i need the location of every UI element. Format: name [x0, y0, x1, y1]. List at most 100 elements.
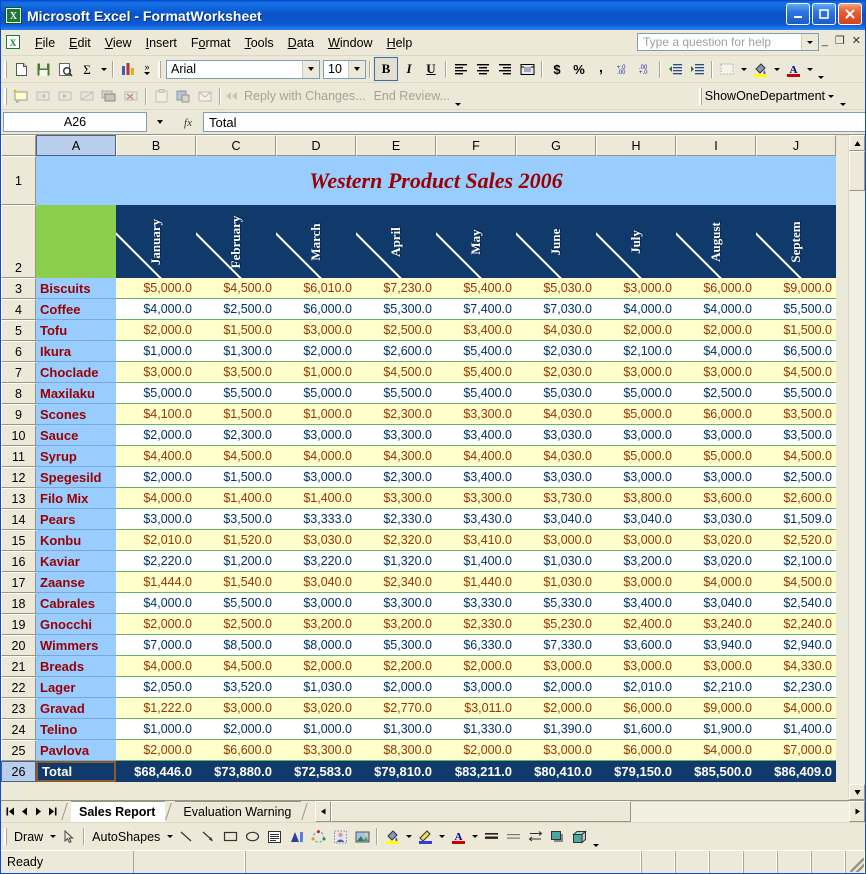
- menu-item-tools[interactable]: Tools: [237, 33, 280, 53]
- product-name-cell[interactable]: Coffee: [36, 299, 116, 320]
- data-cell-september[interactable]: $6,500.0: [756, 341, 836, 362]
- bold-button[interactable]: B: [374, 57, 398, 81]
- data-cell-august[interactable]: $2,000.0: [676, 320, 756, 341]
- doc-minimize-button[interactable]: _: [822, 35, 828, 47]
- data-cell-september[interactable]: $1,500.0: [756, 320, 836, 341]
- product-name-cell[interactable]: Gravad: [36, 698, 116, 719]
- row-header-3[interactable]: 3: [1, 278, 36, 299]
- data-cell-july[interactable]: $3,800.0: [596, 488, 676, 509]
- data-cell-april[interactable]: $3,300.0: [356, 425, 436, 446]
- data-cell-july[interactable]: $3,000.0: [596, 656, 676, 677]
- data-cell-may[interactable]: $3,300.0: [436, 488, 516, 509]
- data-cell-march[interactable]: $3,200.0: [276, 614, 356, 635]
- product-name-cell[interactable]: Syrup: [36, 446, 116, 467]
- select-all-corner[interactable]: [1, 135, 36, 156]
- product-name-cell[interactable]: Breads: [36, 656, 116, 677]
- data-cell-june[interactable]: $1,030.0: [516, 572, 596, 593]
- data-cell-july[interactable]: $6,000.0: [596, 740, 676, 761]
- decrease-decimal-icon[interactable]: .00 +.0: [634, 58, 656, 80]
- toolbar-grip[interactable]: [4, 60, 7, 78]
- data-cell-june[interactable]: $2,000.0: [516, 698, 596, 719]
- row-header-25[interactable]: 25: [1, 740, 36, 761]
- font-color-icon[interactable]: A: [782, 58, 804, 80]
- data-cell-july[interactable]: $3,000.0: [596, 530, 676, 551]
- total-cell-april[interactable]: $79,810.0: [356, 761, 436, 782]
- vertical-scrollbar-thumb[interactable]: [849, 151, 865, 191]
- data-cell-january[interactable]: $2,000.0: [116, 740, 196, 761]
- data-cell-july[interactable]: $5,000.0: [596, 383, 676, 404]
- line-color-dropdown-icon[interactable]: [436, 826, 447, 848]
- align-right-icon[interactable]: [494, 58, 516, 80]
- data-cell-august[interactable]: $3,000.0: [676, 467, 756, 488]
- data-cell-june[interactable]: $5,230.0: [516, 614, 596, 635]
- data-cell-january[interactable]: $5,000.0: [116, 383, 196, 404]
- save-icon[interactable]: [32, 58, 54, 80]
- font-color-icon[interactable]: A: [447, 826, 469, 848]
- data-cell-february[interactable]: $1,200.0: [196, 551, 276, 572]
- data-cell-august[interactable]: $3,040.0: [676, 593, 756, 614]
- month-header-may[interactable]: May: [436, 205, 516, 278]
- data-cell-may[interactable]: $2,330.0: [436, 614, 516, 635]
- close-button[interactable]: [838, 3, 862, 25]
- borders-icon[interactable]: [716, 58, 738, 80]
- increase-indent-icon[interactable]: [686, 58, 708, 80]
- data-cell-january[interactable]: $2,000.0: [116, 425, 196, 446]
- wordart-icon[interactable]: [285, 826, 307, 848]
- product-name-cell[interactable]: Cabrales: [36, 593, 116, 614]
- data-cell-january[interactable]: $3,000.0: [116, 362, 196, 383]
- data-cell-june[interactable]: $5,030.0: [516, 383, 596, 404]
- product-name-cell[interactable]: Ikura: [36, 341, 116, 362]
- data-cell-august[interactable]: $9,000.0: [676, 698, 756, 719]
- row-header-12[interactable]: 12: [1, 467, 36, 488]
- row-header-10[interactable]: 10: [1, 425, 36, 446]
- data-cell-september[interactable]: $2,240.0: [756, 614, 836, 635]
- product-name-cell[interactable]: Maxilaku: [36, 383, 116, 404]
- data-cell-may[interactable]: $5,400.0: [436, 278, 516, 299]
- data-cell-september[interactable]: $4,500.0: [756, 362, 836, 383]
- month-header-january[interactable]: January: [116, 205, 196, 278]
- sheet-title-cell[interactable]: Western Product Sales 2006: [36, 156, 836, 205]
- row-header-15[interactable]: 15: [1, 530, 36, 551]
- data-cell-september[interactable]: $4,330.0: [756, 656, 836, 677]
- data-cell-april[interactable]: $1,300.0: [356, 719, 436, 740]
- data-cell-april[interactable]: $2,600.0: [356, 341, 436, 362]
- data-cell-april[interactable]: $4,500.0: [356, 362, 436, 383]
- data-cell-march[interactable]: $6,010.0: [276, 278, 356, 299]
- scroll-left-button[interactable]: [315, 801, 332, 822]
- minimize-button[interactable]: [786, 3, 810, 25]
- dash-style-icon[interactable]: [502, 826, 524, 848]
- row-header-21[interactable]: 21: [1, 656, 36, 677]
- data-cell-april[interactable]: $5,500.0: [356, 383, 436, 404]
- column-header-b[interactable]: B: [116, 135, 196, 156]
- data-cell-september[interactable]: $2,520.0: [756, 530, 836, 551]
- menu-item-view[interactable]: View: [98, 33, 139, 53]
- font-name-input[interactable]: Arial: [166, 59, 320, 79]
- ask-a-question-input[interactable]: Type a question for help: [637, 33, 819, 51]
- total-cell-february[interactable]: $73,880.0: [196, 761, 276, 782]
- data-cell-september[interactable]: $2,940.0: [756, 635, 836, 656]
- data-cell-january[interactable]: $2,000.0: [116, 320, 196, 341]
- product-name-cell[interactable]: Pears: [36, 509, 116, 530]
- data-cell-august[interactable]: $4,000.0: [676, 740, 756, 761]
- data-cell-september[interactable]: $4,500.0: [756, 446, 836, 467]
- data-cell-january[interactable]: $1,000.0: [116, 341, 196, 362]
- horizontal-scrollbar-thumb[interactable]: [331, 801, 632, 822]
- data-cell-february[interactable]: $3,520.0: [196, 677, 276, 698]
- menu-item-format[interactable]: Format: [184, 33, 238, 53]
- oval-icon[interactable]: [241, 826, 263, 848]
- data-cell-may[interactable]: $5,400.0: [436, 383, 516, 404]
- increase-decimal-icon[interactable]: +.0.00: [612, 58, 634, 80]
- data-cell-january[interactable]: $4,000.0: [116, 488, 196, 509]
- column-header-f[interactable]: F: [436, 135, 516, 156]
- fill-color-icon[interactable]: [381, 826, 403, 848]
- data-cell-january[interactable]: $1,444.0: [116, 572, 196, 593]
- sheet-tab-sales-report[interactable]: Sales Report: [71, 801, 166, 822]
- total-cell-march[interactable]: $72,583.0: [276, 761, 356, 782]
- formula-input[interactable]: Total: [203, 112, 865, 132]
- menu-item-data[interactable]: Data: [281, 33, 321, 53]
- data-cell-june[interactable]: $5,330.0: [516, 593, 596, 614]
- data-cell-august[interactable]: $1,900.0: [676, 719, 756, 740]
- menu-item-file[interactable]: File: [28, 33, 62, 53]
- data-cell-july[interactable]: $3,200.0: [596, 551, 676, 572]
- data-cell-september[interactable]: $2,540.0: [756, 593, 836, 614]
